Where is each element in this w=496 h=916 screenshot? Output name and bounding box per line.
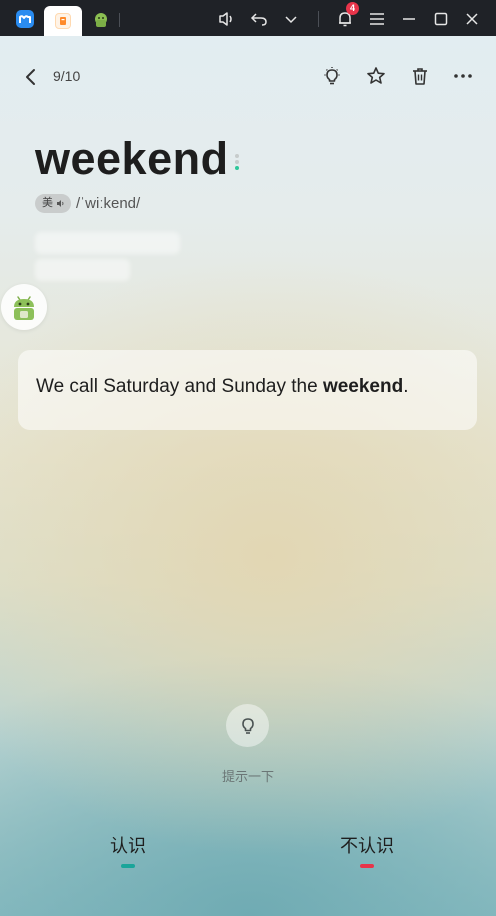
favorite-button[interactable] xyxy=(365,65,387,87)
speaker-icon xyxy=(57,200,64,207)
hint-button[interactable] xyxy=(226,704,269,747)
tab-active[interactable] xyxy=(44,6,82,36)
lightbulb-icon xyxy=(324,67,340,85)
minimize-icon[interactable] xyxy=(399,9,419,29)
app-logo-icon[interactable] xyxy=(16,10,34,28)
android-tab-icon[interactable] xyxy=(92,11,110,29)
chevron-left-icon xyxy=(26,69,35,85)
volume-icon[interactable] xyxy=(217,9,237,29)
sentence-text: We call Saturday and Sunday the xyxy=(36,376,323,397)
example-sentence-card[interactable]: We call Saturday and Sunday the weekend. xyxy=(18,350,477,430)
example-sentence: We call Saturday and Sunday the weekend. xyxy=(36,374,409,400)
android-mascot-icon xyxy=(14,296,34,320)
more-button[interactable] xyxy=(452,65,474,87)
know-label: 认识 xyxy=(110,836,146,856)
dont-know-indicator xyxy=(360,864,374,868)
phonetic-text: /ˈwiːkend/ xyxy=(76,195,141,212)
maximize-icon[interactable] xyxy=(431,9,451,29)
hidden-definition-placeholder xyxy=(35,259,130,281)
know-indicator xyxy=(121,864,135,868)
dont-know-button[interactable]: 不认识 xyxy=(331,834,403,868)
pronunciation-button[interactable]: 美 xyxy=(35,194,71,213)
titlebar-divider xyxy=(119,13,120,27)
know-button[interactable]: 认识 xyxy=(98,834,158,868)
hint-label: 提示一下 xyxy=(221,769,274,784)
app-tab-icon xyxy=(55,13,71,29)
titlebar-divider xyxy=(318,11,319,27)
menu-icon[interactable] xyxy=(367,9,387,29)
dont-know-label: 不认识 xyxy=(340,836,394,856)
undo-icon[interactable] xyxy=(249,9,269,29)
delete-button[interactable] xyxy=(409,65,431,87)
star-icon xyxy=(367,67,385,84)
familiarity-dot xyxy=(235,166,239,170)
lightbulb-button[interactable] xyxy=(321,65,343,87)
notification-badge: 4 xyxy=(346,2,359,15)
lightbulb-icon xyxy=(241,717,254,734)
progress-counter: 9/10 xyxy=(53,68,81,84)
close-icon[interactable] xyxy=(462,9,482,29)
chevron-down-icon[interactable] xyxy=(281,9,301,29)
more-icon xyxy=(454,74,472,78)
word-familiarity-dots xyxy=(235,154,241,172)
back-button[interactable] xyxy=(20,66,42,88)
word-title: weekend xyxy=(35,133,229,184)
accent-label: 美 xyxy=(42,197,53,209)
mascot-button[interactable] xyxy=(1,284,47,330)
sentence-keyword: weekend xyxy=(322,376,404,397)
familiarity-dot xyxy=(235,154,239,158)
trash-icon xyxy=(413,68,427,85)
sentence-text: . xyxy=(403,376,409,397)
word-card-screen: 9/10 weekend 美 /ˈwiːkend/ We call Saturd… xyxy=(0,36,496,916)
familiarity-dot xyxy=(235,160,239,164)
hidden-definition-placeholder xyxy=(35,232,180,254)
window-titlebar: 4 xyxy=(0,0,496,36)
